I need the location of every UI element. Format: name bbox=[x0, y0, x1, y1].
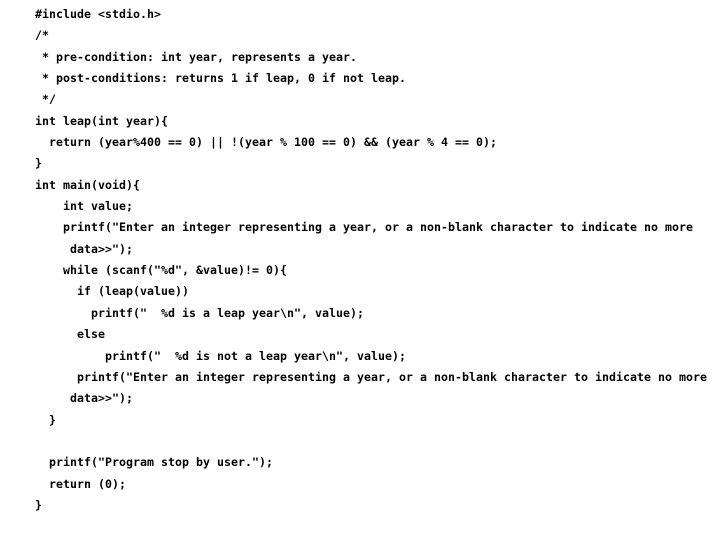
code-line: int main(void){ bbox=[35, 177, 141, 192]
code-line: printf(" %d is a leap year\n", value); bbox=[35, 305, 365, 320]
code-line: * pre-condition: int year, represents a … bbox=[35, 49, 358, 64]
code-line: /* bbox=[35, 28, 50, 43]
code-line: } bbox=[35, 412, 57, 427]
code-line: else bbox=[35, 327, 106, 342]
code-line: printf(" %d is not a leap year\n", value… bbox=[35, 348, 407, 363]
code-line: */ bbox=[35, 92, 57, 107]
code-line: printf("Enter an integer representing a … bbox=[35, 369, 715, 406]
code-line: if (leap(value)) bbox=[35, 284, 190, 299]
code-line: int value; bbox=[35, 199, 134, 214]
code-line: #include <stdio.h> bbox=[35, 7, 162, 21]
code-line: * post-conditions: returns 1 if leap, 0 … bbox=[35, 71, 407, 86]
code-line: } bbox=[35, 497, 43, 512]
code-line: int leap(int year){ bbox=[35, 113, 169, 128]
code-line: while (scanf("%d", &value)!= 0){ bbox=[35, 263, 288, 278]
code-line: return (0); bbox=[35, 476, 127, 491]
code-line: printf("Enter an integer representing a … bbox=[35, 220, 701, 256]
code-line: return (year%400 == 0) || !(year % 100 =… bbox=[35, 135, 498, 150]
code-listing[interactable]: #include <stdio.h> /* * pre-condition: in… bbox=[35, 4, 712, 516]
code-listing-page: #include <stdio.h> /* * pre-condition: in… bbox=[0, 0, 720, 540]
code-line: printf("Program stop by user."); bbox=[35, 455, 274, 470]
code-line: } bbox=[35, 156, 43, 171]
